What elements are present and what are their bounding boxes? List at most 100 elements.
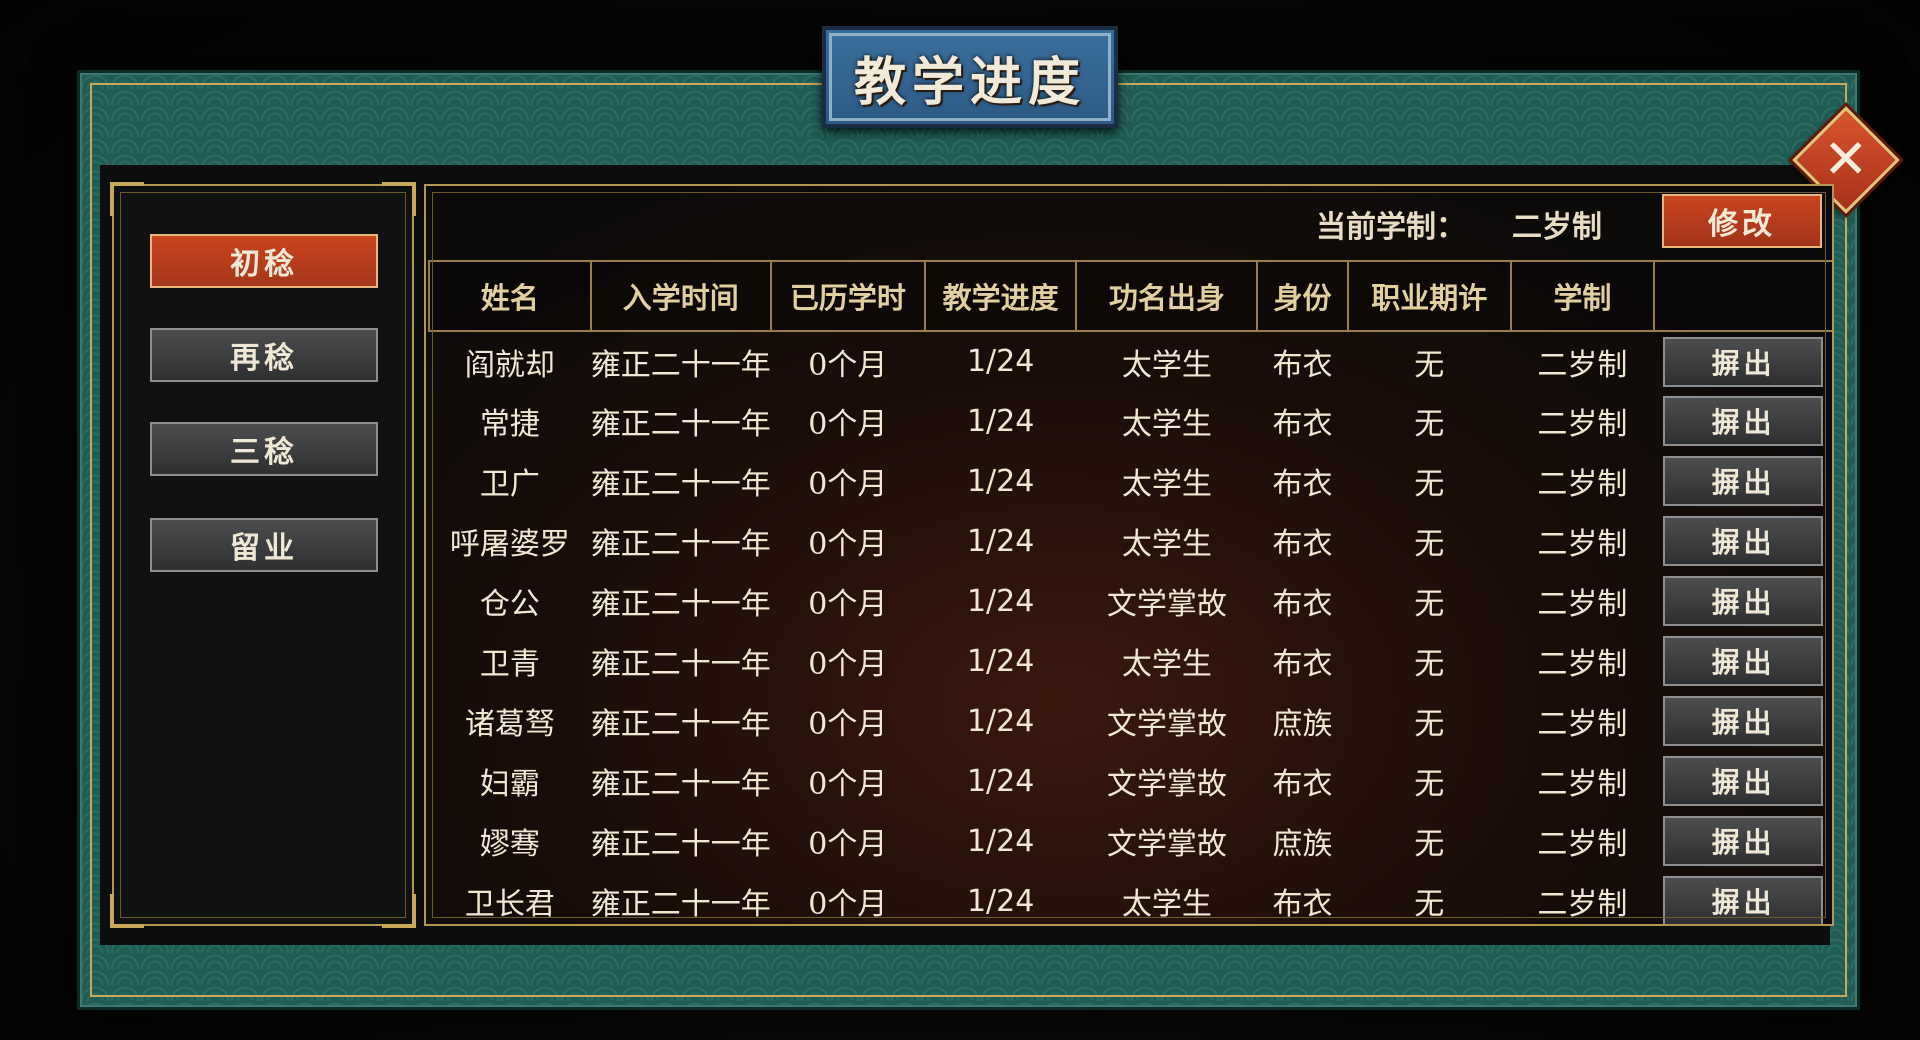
study-term: 二岁制 (1537, 467, 1628, 502)
expel-button[interactable]: 摒出 (1663, 336, 1824, 387)
category-tab-label: 初稔 (230, 247, 298, 282)
student-name: 诸葛驽 (464, 707, 555, 742)
elapsed-time: 0个月 (808, 887, 888, 922)
student-name: 常捷 (479, 407, 540, 442)
table-row: 仓公 雍正二十一年 0个月 1/24 文学掌故 布衣 无 二岁制 摒出 (429, 571, 1832, 631)
expel-button[interactable]: 摒出 (1663, 576, 1824, 626)
action-cell: 摒出 (1654, 871, 1832, 924)
elapsed-time: 0个月 (808, 647, 888, 682)
category-tab-label: 再稔 (230, 341, 298, 376)
corner-ornament (382, 182, 416, 216)
student-name: 仓公 (479, 587, 540, 622)
elapsed-time: 0个月 (808, 407, 888, 442)
column-header-career: 职业期许 (1346, 260, 1512, 332)
column-header-term: 学制 (1509, 260, 1655, 332)
expel-button[interactable]: 摒出 (1663, 876, 1824, 924)
column-header-progress: 教学进度 (923, 260, 1078, 332)
action-cell: 摒出 (1654, 571, 1832, 631)
study-term: 二岁制 (1537, 767, 1628, 802)
year-category-panel: 初稔 再稔 三稔 留业 (110, 182, 416, 928)
study-term: 二岁制 (1537, 827, 1628, 862)
expel-button[interactable]: 摒出 (1663, 696, 1824, 746)
category-tab-first-year[interactable]: 初稔 (150, 234, 378, 288)
expel-button[interactable]: 摒出 (1663, 816, 1824, 866)
career-expectation: 无 (1414, 407, 1445, 442)
category-tab-label: 三稔 (230, 435, 298, 470)
column-header-name: 姓名 (428, 260, 592, 332)
term-header: 当前学制： 二岁制 修改 (426, 186, 1832, 260)
corner-ornament (382, 894, 416, 928)
student-name: 卫广 (479, 467, 540, 502)
social-status: 布衣 (1272, 767, 1333, 802)
enroll-time: 雍正二十一年 (590, 467, 771, 502)
category-tab-second-year[interactable]: 再稔 (150, 328, 378, 382)
expel-button[interactable]: 摒出 (1663, 396, 1824, 446)
expel-button[interactable]: 摒出 (1663, 756, 1824, 806)
social-status: 布衣 (1272, 647, 1333, 682)
career-expectation: 无 (1414, 527, 1445, 562)
elapsed-time: 0个月 (808, 707, 888, 742)
expel-button[interactable]: 摒出 (1663, 636, 1824, 686)
social-status: 布衣 (1272, 467, 1333, 502)
social-status: 布衣 (1272, 527, 1333, 562)
teaching-progress: 1/24 (966, 463, 1035, 499)
rank-origin: 太学生 (1121, 467, 1212, 502)
close-icon: ✕ (1823, 128, 1869, 191)
social-status: 布衣 (1272, 347, 1333, 383)
table-row: 诸葛驽 雍正二十一年 0个月 1/24 文学掌故 庶族 无 二岁制 摒出 (429, 691, 1832, 751)
teaching-progress: 1/24 (966, 344, 1035, 379)
career-expectation: 无 (1414, 347, 1445, 383)
social-status: 布衣 (1272, 587, 1333, 622)
enroll-time: 雍正二十一年 (590, 527, 771, 562)
social-status: 布衣 (1272, 887, 1333, 922)
expel-button[interactable]: 摒出 (1663, 516, 1824, 566)
enroll-time: 雍正二十一年 (590, 407, 771, 442)
corner-ornament (110, 894, 144, 928)
rank-origin: 太学生 (1121, 647, 1212, 682)
action-cell: 摒出 (1654, 391, 1832, 451)
study-term: 二岁制 (1537, 407, 1628, 442)
category-tab-label: 留业 (230, 531, 298, 566)
table-row: 呼屠婆罗 雍正二十一年 0个月 1/24 太学生 布衣 无 二岁制 摒出 (429, 511, 1832, 571)
career-expectation: 无 (1414, 707, 1445, 742)
student-name: 卫长君 (464, 887, 555, 922)
rank-origin: 太学生 (1121, 527, 1212, 562)
current-term-label: 当前学制： (1316, 210, 1466, 245)
social-status: 庶族 (1272, 707, 1333, 742)
student-name: 卫青 (479, 647, 540, 682)
dialog-title: 教学进度 (853, 51, 1086, 113)
enroll-time: 雍正二十一年 (590, 707, 771, 742)
career-expectation: 无 (1414, 467, 1445, 502)
column-header-rank: 功名出身 (1075, 260, 1259, 332)
category-tab-third-year[interactable]: 三稔 (150, 422, 378, 476)
student-name: 妇霸 (479, 767, 540, 802)
study-term: 二岁制 (1537, 887, 1628, 922)
study-term: 二岁制 (1537, 707, 1628, 742)
category-tab-held-back[interactable]: 留业 (150, 518, 378, 572)
teaching-progress: 1/24 (966, 883, 1035, 919)
modify-term-button[interactable]: 修改 (1662, 194, 1822, 248)
corner-ornament (110, 182, 144, 216)
action-cell: 摒出 (1654, 511, 1832, 571)
study-term: 二岁制 (1537, 587, 1628, 622)
rank-origin: 太学生 (1121, 887, 1212, 922)
table-row: 阎就却 雍正二十一年 0个月 1/24 太学生 布衣 无 二岁制 摒出 (429, 331, 1832, 391)
teaching-progress: 1/24 (966, 403, 1035, 439)
elapsed-time: 0个月 (808, 347, 888, 383)
enroll-time: 雍正二十一年 (590, 767, 771, 802)
action-cell: 摒出 (1654, 331, 1832, 391)
enroll-time: 雍正二十一年 (590, 827, 771, 862)
rank-origin: 太学生 (1121, 347, 1212, 383)
student-name: 嫪骞 (479, 827, 540, 862)
table-row: 嫪骞 雍正二十一年 0个月 1/24 文学掌故 庶族 无 二岁制 摒出 (429, 811, 1832, 871)
social-status: 庶族 (1272, 827, 1333, 862)
table-row: 卫青 雍正二十一年 0个月 1/24 太学生 布衣 无 二岁制 摒出 (429, 631, 1832, 691)
expel-button[interactable]: 摒出 (1663, 456, 1824, 506)
title-plaque: 教学进度 (822, 26, 1118, 128)
enroll-time: 雍正二十一年 (590, 587, 771, 622)
column-header-enroll-time: 入学时间 (589, 260, 772, 332)
table-row: 卫长君 雍正二十一年 0个月 1/24 太学生 布衣 无 二岁制 摒出 (429, 871, 1832, 924)
teaching-progress: 1/24 (966, 823, 1035, 859)
teaching-progress: 1/24 (966, 523, 1035, 559)
social-status: 布衣 (1272, 407, 1333, 442)
